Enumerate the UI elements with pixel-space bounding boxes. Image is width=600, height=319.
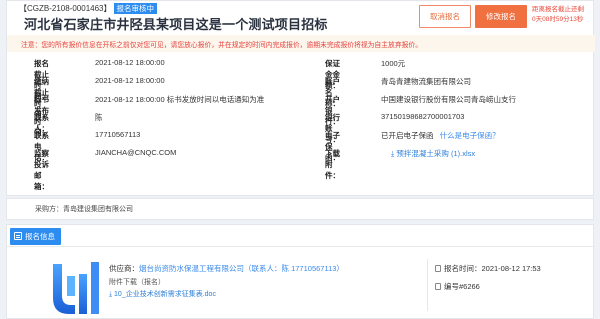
info-value: 2021-08-12 18:00:00 (95, 58, 165, 67)
tab-signup-info[interactable]: 报名信息 (10, 228, 61, 245)
signup-serial-text: 编号#6266 (444, 282, 480, 291)
page-title: 河北省石家庄市井陉县某项目这是一个测试项目招标 (24, 17, 328, 32)
supplier-logo-graphic (53, 262, 99, 314)
calendar-icon (435, 265, 441, 272)
info-value: 已开启电子保函 什么是电子保函？ (381, 130, 500, 141)
info-label: 监察投诉邮箱： (34, 149, 49, 191)
signup-tab-header: 报名信息 (7, 225, 595, 247)
info-value: 17710567113 (95, 130, 141, 139)
divider (427, 259, 428, 311)
purchaser-text: 采购方：青岛建设集团有限公司 (35, 206, 133, 213)
info-value: 1000元 (381, 59, 406, 68)
status-badge: 报名审核中 (113, 3, 157, 14)
info-value: 中国建设银行股份有限公司青岛崂山支行 (381, 95, 516, 104)
notice-text: 注意：您的所有报价信息在开标之前仅对您可见，请您放心报价，并在规定的时间内完成报… (21, 42, 423, 49)
info-value: 37150198682700001703 (381, 112, 465, 121)
purchaser-card: 采购方：青岛建设集团有限公司 (6, 198, 594, 220)
supplier-name-link[interactable]: 烟台尚资防水保温工程有限公司 (139, 264, 244, 273)
info-label: 下载附件： (325, 149, 340, 180)
tender-attachment-link[interactable]: ⤓ 预拌混凝土采购 (1).xlsx (391, 148, 475, 159)
supplier-line: 供应商：烟台尚资防水保温工程有限公司（联系人：陈 17710567113） (109, 263, 344, 274)
e-guarantee-status: 已开启电子保函 (381, 131, 434, 140)
countdown-value: 0天08时59分13秒 (532, 16, 584, 23)
signup-time-text: 报名时间：2021-08-12 17:53 (444, 264, 541, 273)
cancel-signup-button[interactable]: 取消报名 (419, 5, 471, 28)
signup-attachment-link[interactable]: ⤓ 10_企业技术创新需求征集表.doc (109, 289, 216, 299)
info-value: 青岛青建物流集团有限公司 (381, 77, 471, 86)
form-icon (14, 232, 22, 240)
info-value: JIANCHA@CNQC.COM (95, 148, 177, 157)
project-code: 【CGZB-2108-0001463】 报名审核中 (19, 3, 157, 14)
info-value: 2021-08-12 18:00:00 (95, 76, 165, 85)
project-detail-card: 【CGZB-2108-0001463】 报名审核中 河北省石家庄市井陉县某项目这是… (6, 0, 595, 196)
document-icon (435, 283, 441, 290)
deadline-countdown: 距离报名截止还剩 0天08时59分13秒 (532, 5, 592, 25)
notice-bar: 注意：您的所有报价信息在开标之前仅对您可见，请您放心报价，并在规定的时间内完成报… (7, 35, 595, 52)
signup-serial: 编号#6266 (435, 281, 480, 292)
project-code-text: 【CGZB-2108-0001463】 (19, 4, 112, 13)
countdown-label: 距离报名截止还剩 (532, 6, 584, 13)
signup-time: 报名时间：2021-08-12 17:53 (435, 263, 541, 274)
attachment-label: 附件下载（报名） (109, 279, 165, 286)
supplier-contact: （联系人：陈 17710567113） (244, 264, 344, 273)
tab-label: 报名信息 (25, 232, 55, 241)
supplier-logo (45, 258, 103, 316)
info-value: 陈 (95, 113, 103, 122)
edit-signup-button[interactable]: 修改报名 (475, 5, 527, 28)
signup-info-card: 报名信息 供应商：烟台尚资防水保温工程有限公司（联系人：陈 1771056711… (6, 224, 595, 319)
what-is-e-guarantee-link[interactable]: 什么是电子保函？ (440, 131, 500, 140)
supplier-prefix: 供应商： (109, 264, 139, 273)
info-value: 2021-08-12 18:00:00 标书发放时间以电话通知为准 (95, 95, 265, 104)
